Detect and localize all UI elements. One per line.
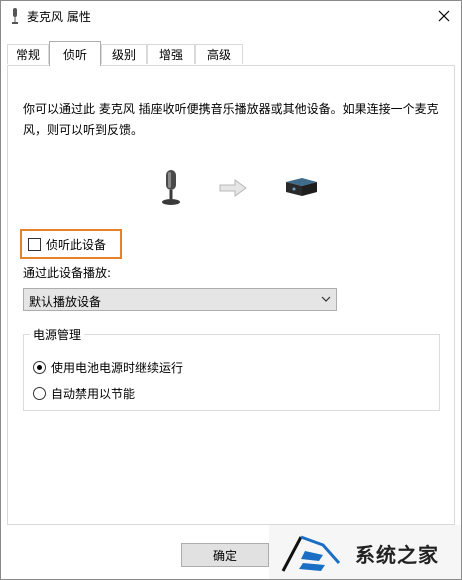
tab-label: 侦听 xyxy=(62,47,87,62)
tab-label: 增强 xyxy=(158,48,183,62)
power-management-group: 电源管理 使用电池电源时继续运行 自动禁用以节能 xyxy=(23,326,440,411)
close-icon xyxy=(438,10,450,22)
playback-device-label: 通过此设备播放: xyxy=(23,266,112,280)
tab-advanced[interactable]: 高级 xyxy=(195,44,243,64)
tab-label: 常规 xyxy=(15,48,40,62)
tab-levels[interactable]: 级别 xyxy=(101,44,147,64)
ok-label: 确定 xyxy=(212,548,237,563)
speaker-device-icon xyxy=(286,178,317,196)
group-title: 电源管理 xyxy=(30,326,85,343)
listen-to-device-checkbox[interactable] xyxy=(28,237,41,251)
watermark-text: 系统之家 xyxy=(355,543,439,567)
radio-button[interactable] xyxy=(33,361,46,374)
microphone-icon xyxy=(12,8,18,24)
listen-tab-panel: 你可以通过此 麦克风 插座收听便携音乐播放器或其他设备。如果连接一个麦克风，则可… xyxy=(7,65,455,525)
properties-window: 麦克风 属性 常规 侦听 级别 增强 高级 你可以通过此 麦克风 插座收听便携音… xyxy=(0,0,462,580)
ok-button[interactable]: 确定 xyxy=(181,543,269,567)
radio-label: 自动禁用以节能 xyxy=(51,387,136,401)
radio-button[interactable] xyxy=(33,387,46,400)
close-button[interactable] xyxy=(427,1,461,31)
device-flow-illustration xyxy=(156,168,336,208)
tab-label: 高级 xyxy=(206,48,231,62)
listen-checkbox-label: 侦听此设备 xyxy=(46,237,107,252)
title-bar[interactable]: 麦克风 属性 xyxy=(1,1,461,31)
arrow-right-icon xyxy=(219,179,247,197)
radio-label: 使用电池电源时继续运行 xyxy=(51,361,184,375)
tab-label: 级别 xyxy=(111,48,136,62)
tab-enhancements[interactable]: 增强 xyxy=(147,44,195,64)
radio-keep-running[interactable]: 使用电池电源时继续运行 xyxy=(33,359,183,376)
chevron-down-icon xyxy=(321,296,331,302)
window-title: 麦克风 属性 xyxy=(27,10,91,24)
playback-device-select[interactable]: 默认播放设备 xyxy=(23,288,337,311)
microphone-icon xyxy=(162,170,180,205)
house-logo-icon xyxy=(281,535,341,572)
tab-general[interactable]: 常规 xyxy=(7,44,49,64)
watermark-logo: 系统之家 xyxy=(269,525,461,579)
select-value: 默认播放设备 xyxy=(29,295,102,309)
tab-listen[interactable]: 侦听 xyxy=(49,41,101,66)
radio-auto-disable[interactable]: 自动禁用以节能 xyxy=(33,385,135,402)
listen-checkbox-highlight[interactable]: 侦听此设备 xyxy=(20,229,122,259)
listen-description: 你可以通过此 麦克风 插座收听便携音乐播放器或其他设备。如果连接一个麦克风，则可… xyxy=(23,102,439,137)
